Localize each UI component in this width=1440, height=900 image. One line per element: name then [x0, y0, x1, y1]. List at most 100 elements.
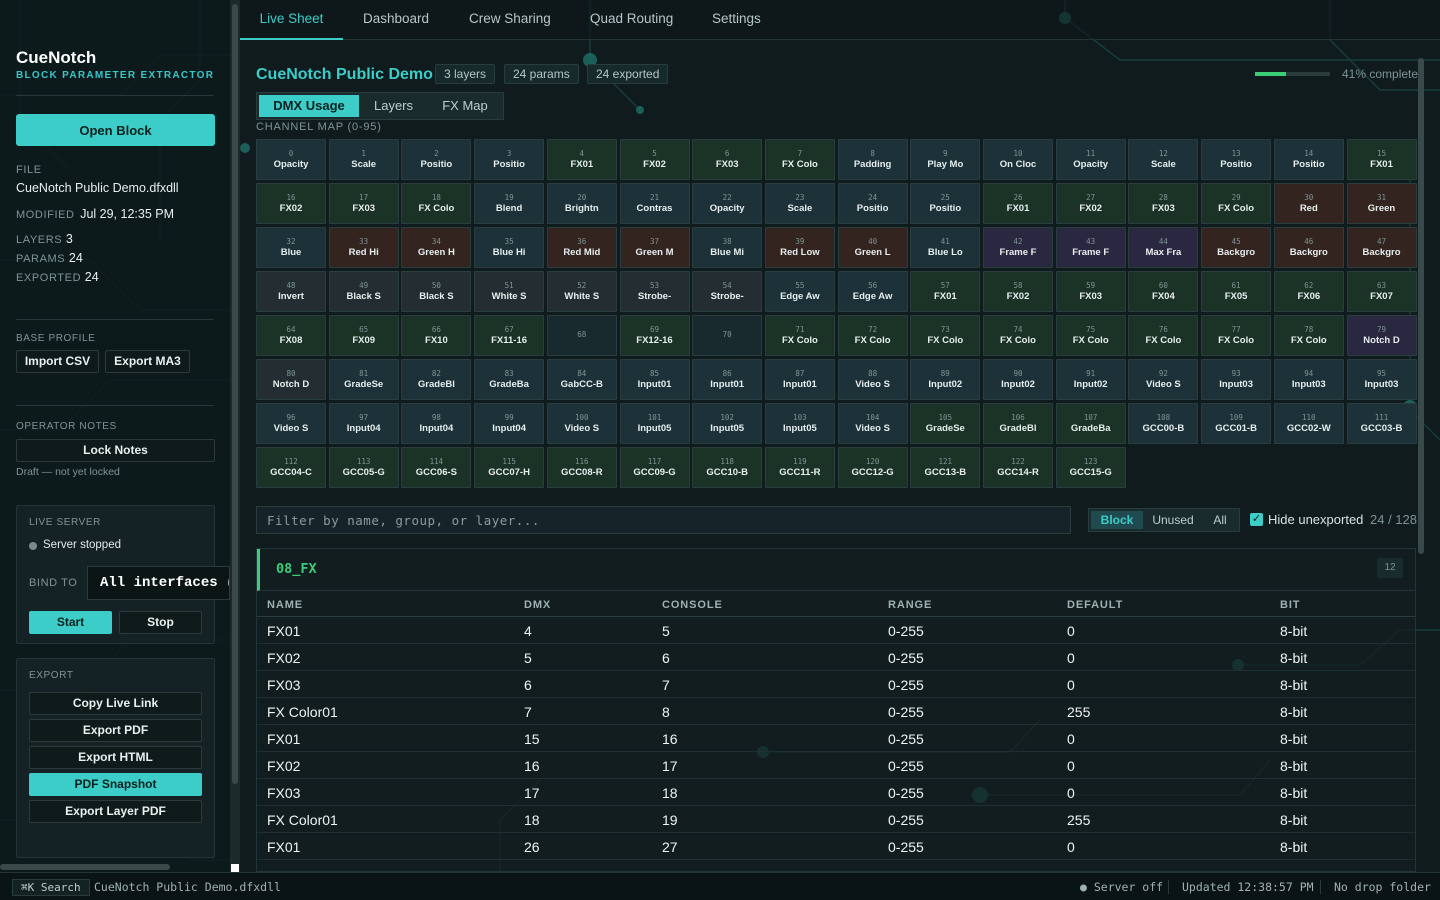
channel-cell[interactable]: 48 Invert — [256, 271, 326, 312]
channel-cell[interactable]: 81 GradeSe — [328, 359, 399, 400]
channel-cell[interactable]: 73 FX Colo — [910, 315, 981, 356]
export-ma3-button[interactable]: Export MA3 — [105, 350, 190, 373]
tab-crew-sharing[interactable]: Crew Sharing — [469, 0, 551, 40]
channel-cell[interactable]: 40 Green L — [837, 227, 908, 268]
channel-cell[interactable]: 42 Frame F — [983, 227, 1053, 268]
channel-cell[interactable]: 72 FX Colo — [837, 315, 908, 356]
channel-cell[interactable]: 28 FX03 — [1128, 183, 1199, 224]
channel-cell[interactable]: 22 Opacity — [692, 183, 763, 224]
channel-cell[interactable]: 1 Scale — [328, 139, 399, 180]
channel-cell[interactable]: 99 Input04 — [474, 403, 545, 444]
main-scrollbar-thumb[interactable] — [1418, 58, 1424, 554]
channel-cell[interactable]: 35 Blue Hi — [474, 227, 545, 268]
scrollbar-thumb[interactable] — [232, 4, 238, 784]
channel-cell[interactable]: 100 Video S — [546, 403, 617, 444]
stop-server-button[interactable]: Stop — [119, 611, 202, 634]
lock-notes-button[interactable]: Lock Notes — [16, 439, 215, 462]
resize-handle[interactable] — [231, 864, 239, 872]
channel-cell[interactable]: 11 Opacity — [1055, 139, 1126, 180]
channel-cell[interactable]: 4 FX01 — [546, 139, 617, 180]
search-shortcut-button[interactable]: ⌘K Search — [12, 879, 90, 896]
channel-cell[interactable]: 61 FX05 — [1201, 271, 1272, 312]
open-block-button[interactable]: Open Block — [16, 114, 215, 146]
pdf-snapshot-button[interactable]: PDF Snapshot — [29, 773, 202, 796]
channel-cell[interactable]: 94 Input03 — [1273, 359, 1344, 400]
channel-cell[interactable]: 116 GCC08-R — [546, 447, 617, 488]
export-pdf-button[interactable]: Export PDF — [29, 719, 202, 742]
channel-cell[interactable]: 45 Backgro — [1201, 227, 1272, 268]
table-row[interactable]: FX03 17 18 0-255 0 8-bit — [257, 779, 1415, 806]
channel-cell[interactable]: 68 — [546, 315, 617, 356]
layer-header[interactable]: 08_FX 12 — [257, 549, 1415, 591]
channel-cell[interactable]: 79 Notch D — [1346, 315, 1417, 356]
hide-unexported-checkbox[interactable]: ✓ — [1250, 513, 1263, 526]
channel-cell[interactable]: 39 Red Low — [764, 227, 835, 268]
channel-cell[interactable]: 107 GradeBa — [1055, 403, 1126, 444]
tab-dmx-usage[interactable]: DMX Usage — [259, 95, 359, 117]
export-layer-pdf-button[interactable]: Export Layer PDF — [29, 800, 202, 823]
channel-cell[interactable]: 38 Blue Mi — [692, 227, 763, 268]
export-html-button[interactable]: Export HTML — [29, 746, 202, 769]
channel-cell[interactable]: 114 GCC06-S — [401, 447, 472, 488]
channel-cell[interactable]: 50 Black S — [401, 271, 472, 312]
channel-cell[interactable]: 85 Input01 — [619, 359, 690, 400]
channel-cell[interactable]: 6 FX03 — [692, 139, 763, 180]
channel-cell[interactable]: 69 FX12-16 — [619, 315, 690, 356]
channel-cell[interactable]: 47 Backgro — [1346, 227, 1417, 268]
start-server-button[interactable]: Start — [29, 611, 112, 634]
channel-cell[interactable]: 90 Input02 — [983, 359, 1053, 400]
channel-cell[interactable]: 19 Blend — [474, 183, 545, 224]
channel-cell[interactable]: 96 Video S — [256, 403, 326, 444]
channel-cell[interactable]: 80 Notch D — [256, 359, 326, 400]
channel-cell[interactable]: 103 Input05 — [764, 403, 835, 444]
channel-cell[interactable]: 32 Blue — [256, 227, 326, 268]
channel-cell[interactable]: 78 FX Colo — [1273, 315, 1344, 356]
channel-cell[interactable]: 13 Positio — [1201, 139, 1272, 180]
filter-block[interactable]: Block — [1091, 511, 1143, 529]
channel-cell[interactable]: 21 Contras — [619, 183, 690, 224]
channel-cell[interactable]: 55 Edge Aw — [764, 271, 835, 312]
channel-cell[interactable]: 65 FX09 — [328, 315, 399, 356]
channel-cell[interactable]: 30 Red — [1273, 183, 1344, 224]
channel-cell[interactable]: 14 Positio — [1273, 139, 1344, 180]
filter-all[interactable]: All — [1203, 511, 1237, 529]
channel-cell[interactable]: 105 GradeSe — [910, 403, 981, 444]
channel-cell[interactable]: 101 Input05 — [619, 403, 690, 444]
table-row[interactable]: FX Color01 18 19 0-255 255 8-bit — [257, 806, 1415, 833]
channel-cell[interactable]: 57 FX01 — [910, 271, 981, 312]
channel-cell[interactable]: 67 FX11-16 — [474, 315, 545, 356]
channel-cell[interactable]: 113 GCC05-G — [328, 447, 399, 488]
sidebar-scrollbar[interactable] — [230, 0, 240, 872]
tab-dashboard[interactable]: Dashboard — [363, 0, 429, 40]
channel-cell[interactable]: 7 FX Colo — [764, 139, 835, 180]
channel-cell[interactable]: 59 FX03 — [1055, 271, 1126, 312]
table-row[interactable]: FX01 4 5 0-255 0 8-bit — [257, 617, 1415, 644]
channel-cell[interactable]: 44 Max Fra — [1128, 227, 1199, 268]
channel-cell[interactable]: 54 Strobe- — [692, 271, 763, 312]
channel-cell[interactable]: 88 Video S — [837, 359, 908, 400]
channel-cell[interactable]: 87 Input01 — [764, 359, 835, 400]
table-row[interactable]: FX02 5 6 0-255 0 8-bit — [257, 644, 1415, 671]
channel-cell[interactable]: 10 On Cloc — [983, 139, 1053, 180]
channel-cell[interactable]: 36 Red Mid — [546, 227, 617, 268]
channel-cell[interactable]: 74 FX Colo — [983, 315, 1053, 356]
channel-cell[interactable]: 75 FX Colo — [1055, 315, 1126, 356]
channel-cell[interactable]: 123 GCC15-G — [1055, 447, 1126, 488]
channel-cell[interactable]: 115 GCC07-H — [474, 447, 545, 488]
channel-cell[interactable]: 102 Input05 — [692, 403, 763, 444]
table-row[interactable]: FX03 6 7 0-255 0 8-bit — [257, 671, 1415, 698]
channel-cell[interactable]: 52 White S — [546, 271, 617, 312]
channel-cell[interactable]: 83 GradeBa — [474, 359, 545, 400]
channel-cell[interactable]: 95 Input03 — [1346, 359, 1417, 400]
channel-cell[interactable]: 8 Padding — [837, 139, 908, 180]
channel-cell[interactable]: 23 Scale — [764, 183, 835, 224]
channel-cell[interactable]: 18 FX Colo — [401, 183, 472, 224]
channel-cell[interactable]: 26 FX01 — [983, 183, 1053, 224]
channel-cell[interactable]: 86 Input01 — [692, 359, 763, 400]
channel-cell[interactable]: 37 Green M — [619, 227, 690, 268]
channel-cell[interactable]: 111 GCC03-B — [1346, 403, 1417, 444]
channel-cell[interactable]: 122 GCC14-R — [983, 447, 1053, 488]
tab-quad-routing[interactable]: Quad Routing — [590, 0, 673, 40]
sidebar-horizontal-scrollbar[interactable] — [0, 862, 230, 872]
channel-cell[interactable]: 49 Black S — [328, 271, 399, 312]
